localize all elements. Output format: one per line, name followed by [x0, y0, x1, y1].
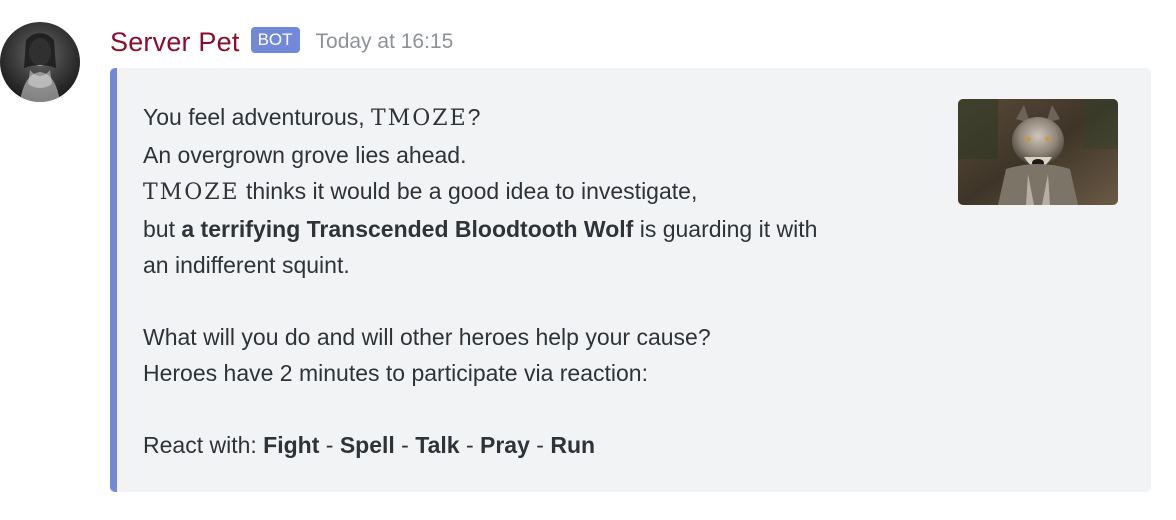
- embed-description: You feel adventurous, TMOZE? An overgrow…: [143, 99, 923, 463]
- action-run: Run: [550, 432, 596, 458]
- line-spacer: [143, 283, 923, 319]
- text-segment: but: [143, 216, 175, 242]
- message-header: Server Pet BOT Today at 16:15: [110, 22, 453, 62]
- separator: -: [536, 432, 544, 458]
- embed-line: An overgrown grove lies ahead.: [143, 142, 467, 168]
- player-name: TMOZE: [143, 180, 240, 205]
- text-segment: You feel adventurous,: [143, 104, 365, 130]
- action-fight: Fight: [263, 432, 320, 458]
- embed-line: TMOZE thinks it would be a good idea to …: [143, 173, 923, 211]
- reaction-instructions: React with: Fight - Spell - Talk - Pray …: [143, 427, 923, 463]
- text-segment: is guarding it with: [639, 216, 818, 242]
- text-segment: thinks it would be a good idea to invest…: [245, 178, 698, 204]
- player-name: TMOZE: [371, 106, 468, 131]
- embed-line: You feel adventurous, TMOZE?: [143, 99, 923, 137]
- user-avatar-icon[interactable]: [0, 22, 80, 102]
- chat-message: Server Pet BOT Today at 16:15 You feel a…: [0, 0, 1176, 520]
- text-segment: ?: [467, 104, 481, 130]
- separator: -: [465, 432, 474, 458]
- author-name[interactable]: Server Pet: [110, 27, 240, 58]
- text-segment: React with:: [143, 432, 257, 458]
- action-pray: Pray: [480, 432, 530, 458]
- wolf-image[interactable]: [958, 99, 1118, 205]
- embed-line: What will you do and will other heroes h…: [143, 324, 711, 350]
- message-embed: You feel adventurous, TMOZE? An overgrow…: [110, 68, 1151, 492]
- action-spell: Spell: [339, 432, 395, 458]
- bot-badge: BOT: [250, 27, 300, 53]
- embed-line: but a terrifying Transcended Bloodtooth …: [143, 211, 923, 247]
- embed-line: Heroes have 2 minutes to participate via…: [143, 360, 648, 386]
- line-spacer: [143, 391, 923, 427]
- enemy-name: a terrifying Transcended Bloodtooth Wolf: [181, 216, 634, 242]
- separator: -: [401, 432, 409, 458]
- message-timestamp[interactable]: Today at 16:15: [316, 30, 454, 54]
- separator: -: [325, 432, 334, 458]
- embed-line: an indifferent squint.: [143, 252, 350, 278]
- action-talk: Talk: [415, 432, 460, 458]
